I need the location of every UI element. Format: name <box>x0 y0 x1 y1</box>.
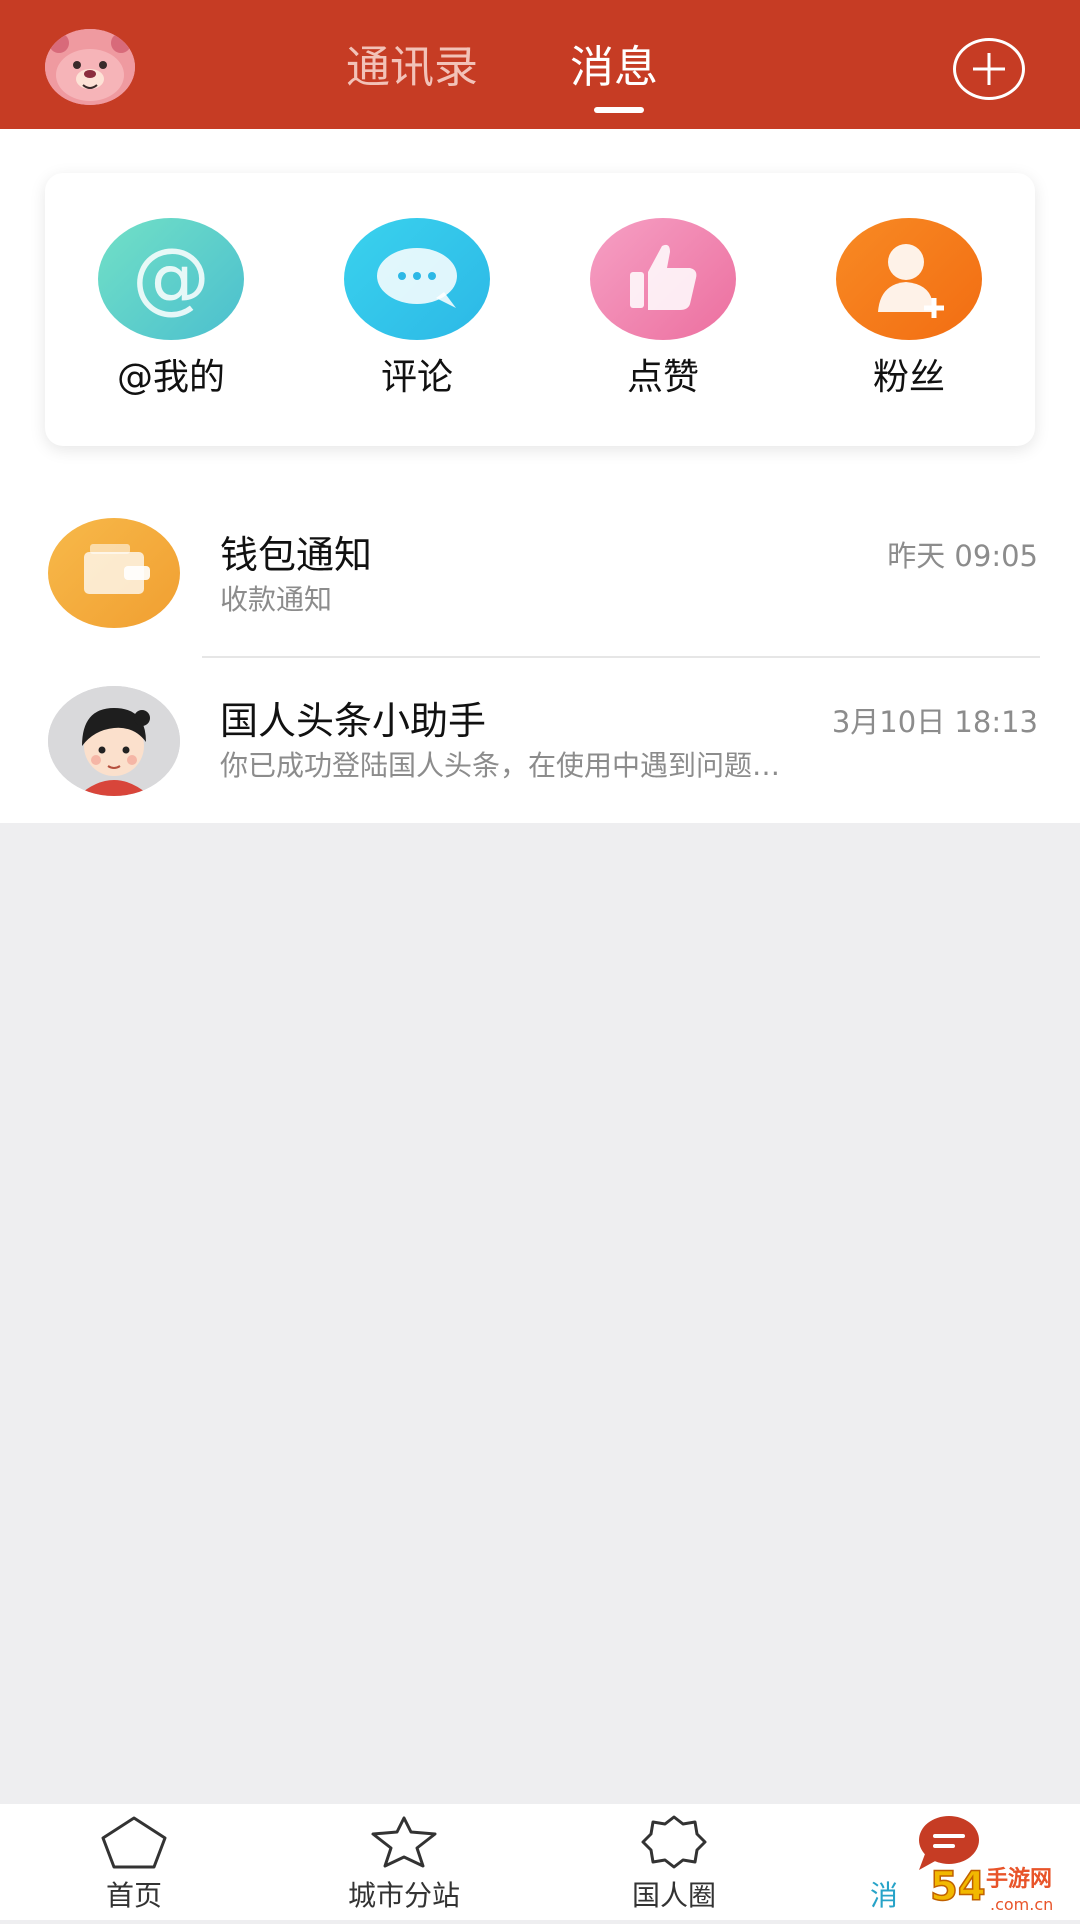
tab-messages[interactable]: 消息 <box>570 38 658 98</box>
nav-item-home[interactable]: 首页 <box>34 1804 234 1920</box>
watermark-logo: 54 手游网 .com.cn <box>928 1856 1078 1920</box>
message-title: 钱包通知 <box>220 533 373 577</box>
plus-icon <box>973 53 1005 85</box>
wallet-icon <box>48 518 180 628</box>
quick-action-comments[interactable]: 评论 <box>316 218 496 418</box>
bottom-navigation: 首页 城市分站 国人圈 消 <box>0 1804 1080 1920</box>
nav-label: 首页 <box>105 1879 162 1912</box>
svg-text:手游网: 手游网 <box>986 1866 1052 1892</box>
quick-actions-card: @ @我的 评论 点赞 粉丝 <box>45 173 1035 446</box>
message-row-assistant[interactable]: 国人头条小助手 你已成功登陆国人头条，在使用中遇到问题… 3月10日 18:13 <box>0 666 1080 826</box>
badge-outline-icon <box>574 1814 774 1874</box>
tab-contacts[interactable]: 通讯录 <box>346 38 478 98</box>
cartoon-avatar <box>48 686 180 796</box>
thumbs-up-icon <box>590 218 736 340</box>
message-time: 昨天 09:05 <box>887 539 1038 573</box>
svg-text:.com.cn: .com.cn <box>990 1895 1053 1914</box>
quick-action-fans[interactable]: 粉丝 <box>808 218 988 418</box>
pentagon-icon <box>34 1814 234 1874</box>
comment-bubble-icon <box>344 218 490 340</box>
nav-label: 国人圈 <box>631 1879 716 1912</box>
quick-action-label: 点赞 <box>626 357 699 398</box>
active-tab-indicator <box>594 107 644 113</box>
svg-text:@: @ <box>132 233 210 323</box>
quick-action-label: 粉丝 <box>872 357 945 398</box>
message-title: 国人头条小助手 <box>220 699 487 743</box>
star-outline-icon <box>304 1814 504 1874</box>
add-button[interactable] <box>953 38 1025 100</box>
quick-action-at-me[interactable]: @ @我的 <box>70 218 250 418</box>
message-time: 3月10日 18:13 <box>831 705 1038 739</box>
quick-action-label: 评论 <box>380 357 453 398</box>
at-icon: @ <box>98 218 244 340</box>
bear-avatar-icon <box>45 29 135 105</box>
message-preview: 你已成功登陆国人头条，在使用中遇到问题… <box>220 749 781 782</box>
user-avatar[interactable] <box>45 29 135 105</box>
svg-text:54: 54 <box>930 1864 986 1910</box>
divider <box>202 656 1040 658</box>
nav-item-city-station[interactable]: 城市分站 <box>304 1804 504 1920</box>
message-preview: 收款通知 <box>220 583 333 616</box>
quick-action-likes[interactable]: 点赞 <box>562 218 742 418</box>
add-user-icon <box>836 218 982 340</box>
message-row-wallet[interactable]: 钱包通知 收款通知 昨天 09:05 <box>0 500 1080 660</box>
nav-item-circle[interactable]: 国人圈 <box>574 1804 774 1920</box>
quick-action-label: @我的 <box>116 357 225 398</box>
nav-label: 城市分站 <box>347 1879 460 1912</box>
top-bar: 通讯录 消息 <box>0 0 1080 129</box>
